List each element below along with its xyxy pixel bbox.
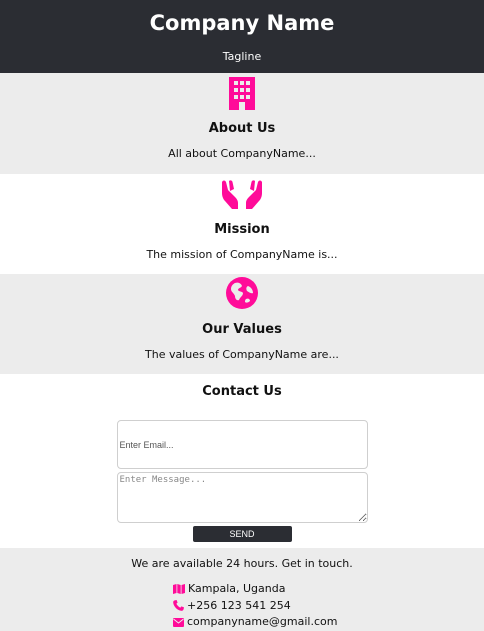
- values-section: Our Values The values of CompanyName are…: [0, 274, 484, 374]
- address-text: Kampala, Uganda: [188, 582, 286, 595]
- mission-text: The mission of CompanyName is...: [146, 248, 338, 261]
- globe-icon: [226, 277, 258, 309]
- envelope-icon: [173, 617, 184, 627]
- email-input[interactable]: [116, 420, 368, 469]
- map-icon: [173, 584, 185, 595]
- contact-info-phone: +256 123 541 254: [173, 598, 484, 615]
- contact-info-list: Kampala, Uganda +256 123 541 254 company…: [0, 581, 484, 631]
- values-text: The values of CompanyName are...: [145, 348, 339, 361]
- email-text: companyname@gmail.com: [187, 615, 338, 628]
- message-input[interactable]: [116, 472, 368, 523]
- about-section: About Us All about CompanyName...: [0, 73, 484, 174]
- contact-info-email: companyname@gmail.com: [173, 614, 484, 631]
- company-tagline: Tagline: [222, 50, 262, 63]
- phone-text: +256 123 541 254: [187, 598, 291, 612]
- site-footer: We are available 24 hours. Get in touch.…: [0, 548, 484, 631]
- mission-heading: Mission: [214, 222, 270, 237]
- about-text: All about CompanyName...: [168, 147, 316, 160]
- company-title: Company Name: [149, 11, 335, 35]
- about-heading: About Us: [208, 121, 276, 136]
- contact-info-address: Kampala, Uganda: [173, 581, 484, 598]
- phone-icon: [173, 600, 184, 612]
- values-heading: Our Values: [202, 322, 282, 337]
- contact-section: Contact Us SEND: [0, 374, 484, 548]
- site-header: Company Name Tagline: [0, 0, 484, 73]
- hands-icon: [222, 180, 262, 209]
- contact-heading: Contact Us: [202, 384, 282, 399]
- mission-section: Mission The mission of CompanyName is...: [0, 174, 484, 274]
- building-icon: [229, 77, 255, 110]
- send-button[interactable]: SEND: [192, 526, 292, 542]
- availability-text: We are available 24 hours. Get in touch.: [131, 557, 353, 570]
